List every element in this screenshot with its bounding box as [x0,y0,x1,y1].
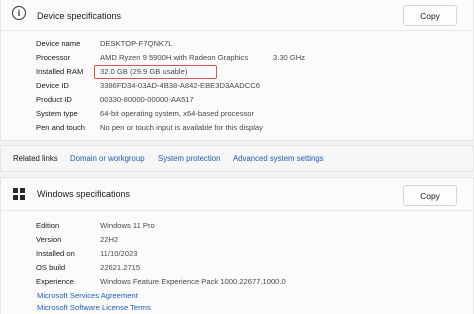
copy-button[interactable]: Copy [403,185,457,206]
spec-label: Device name [36,39,81,48]
processor-speed: 3.30 GHz [273,53,306,62]
spec-row-experience: Experience Windows Feature Experience Pa… [1,277,473,290]
advanced-system-settings-link[interactable]: Advanced system settings [233,154,324,163]
spec-label: Pen and touch [36,123,85,132]
device-specifications-header[interactable]: i Device specifications Copy [1,0,473,32]
domain-or-workgroup-link[interactable]: Domain or workgroup [70,154,145,163]
spec-row-version: Version 22H2 [1,235,473,248]
related-links-bar: Related links Domain or workgroup System… [0,145,474,172]
info-icon: i [12,6,26,20]
divider [1,30,473,31]
spec-value: DESKTOP-F7QNK7L [100,39,173,48]
spec-label: OS build [36,263,66,272]
divider [1,210,473,211]
spec-row-product-id: Product ID 00330-80000-00000-AA517 [1,95,473,108]
spec-label: Processor [36,53,71,62]
spec-label: Version [36,235,62,244]
spec-label: Edition [36,221,60,230]
spec-value: Windows 11 Pro [100,221,155,230]
ram-highlight-box [94,65,217,79]
spec-label: Product ID [36,95,72,104]
spec-row-processor: Processor AMD Ryzen 9 5900H with Radeon … [1,53,473,66]
section-title: Windows specifications [37,189,131,199]
spec-label: Installed on [36,249,75,258]
spec-row-os-build: OS build 22621.2715 [1,263,473,276]
device-specifications-card: i Device specifications Copy Device name… [0,0,474,141]
windows-logo-icon [13,188,25,200]
spec-label: Experience [36,277,74,286]
spec-value: 64-bit operating system, x64-based proce… [100,109,255,118]
system-protection-link[interactable]: System protection [158,154,220,163]
spec-label: Device ID [36,81,69,90]
spec-row-pen-and-touch: Pen and touch No pen or touch input is a… [1,123,473,136]
microsoft-services-agreement-link[interactable]: Microsoft Services Agreement [37,291,138,300]
spec-value: AMD Ryzen 9 5900H with Radeon Graphics [100,53,249,62]
section-title: Device specifications [37,11,122,21]
windows-specifications-header[interactable]: Windows specifications Copy [1,178,473,210]
related-links-label: Related links [13,154,58,163]
spec-row-installed-on: Installed on 11/10/2023 [1,249,473,262]
windows-specifications-card: Windows specifications Copy Edition Wind… [0,177,474,314]
spec-value: 22H2 [100,235,119,244]
copy-button[interactable]: Copy [403,5,457,26]
spec-row-system-type: System type 64-bit operating system, x64… [1,109,473,122]
spec-value: 11/10/2023 [100,249,138,258]
spec-row-edition: Edition Windows 11 Pro [1,221,473,234]
spec-value: Windows Feature Experience Pack 1000.226… [100,277,286,286]
spec-value: 00330-80000-00000-AA517 [100,95,194,104]
microsoft-software-license-terms-link[interactable]: Microsoft Software License Terms [37,303,151,312]
spec-row-installed-ram: Installed RAM 32.0 GB (29.9 GB usable) [1,67,473,80]
spec-value: No pen or touch input is available for t… [100,123,263,132]
spec-value: 22621.2715 [100,263,141,272]
spec-label: System type [36,109,78,118]
spec-row-device-name: Device name DESKTOP-F7QNK7L [1,39,473,52]
spec-value: 3386FD34-03AD-4B38-A842-EBE3D3AADCC6 [100,81,260,90]
spec-label: Installed RAM [36,67,84,76]
spec-row-device-id: Device ID 3386FD34-03AD-4B38-A842-EBE3D3… [1,81,473,94]
